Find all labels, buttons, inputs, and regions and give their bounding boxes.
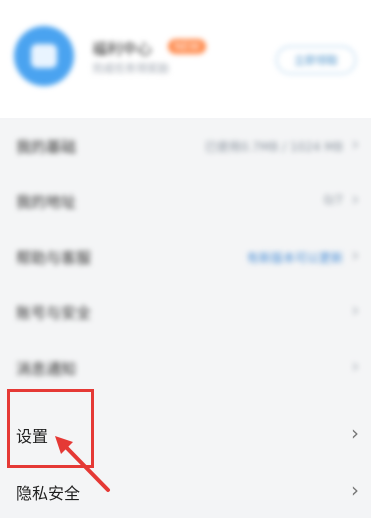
pointer-arrow-icon <box>55 436 110 492</box>
